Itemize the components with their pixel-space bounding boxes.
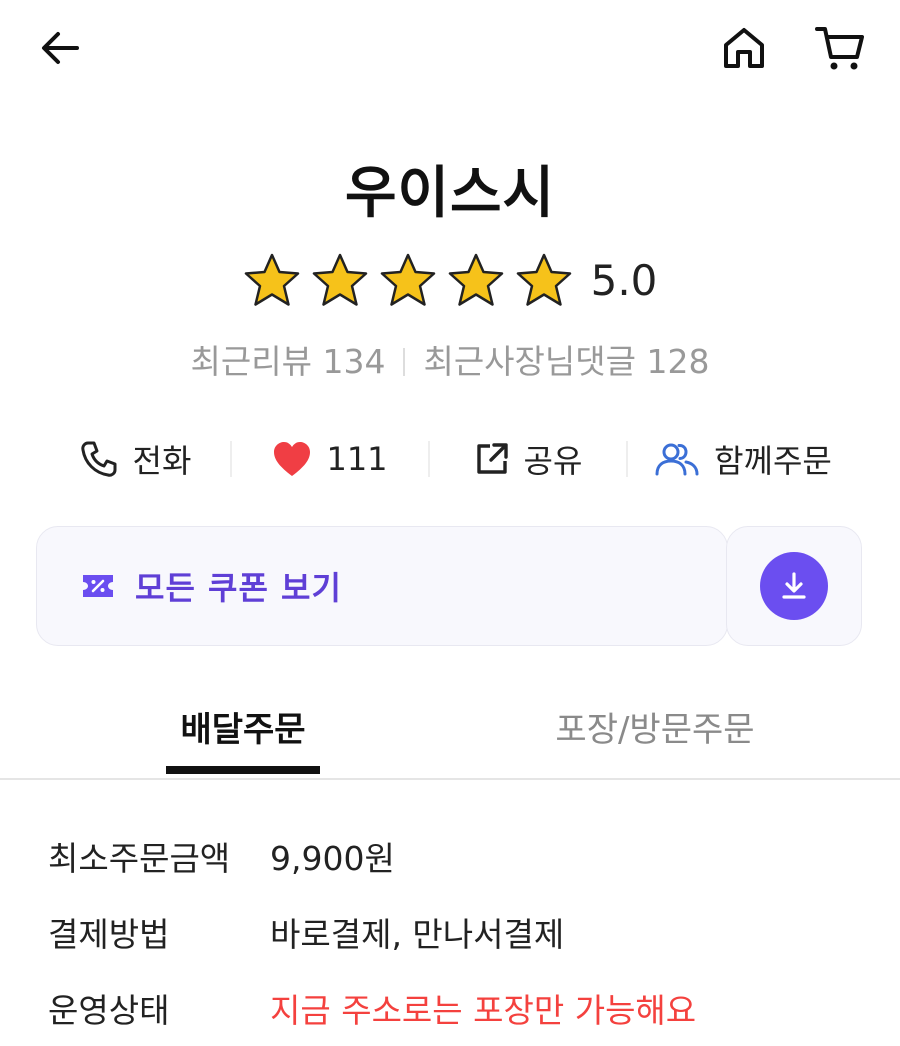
coupon-download-button[interactable] (760, 552, 828, 620)
call-button[interactable]: 전화 (40, 436, 230, 482)
star-icon (516, 253, 571, 306)
top-bar (0, 0, 900, 100)
group-order-button[interactable]: 함께주문 (628, 436, 858, 482)
status-value: 지금 주소로는 포장만 가능해요 (270, 991, 697, 1030)
recent-reviews-link[interactable]: 최근리뷰 134 (191, 336, 386, 388)
home-button[interactable] (716, 20, 772, 76)
min-order-label: 최소주문금액 (48, 839, 231, 878)
status-row: 운영상태 지금 주소로는 포장만 가능해요 (48, 970, 868, 1046)
phone-icon (80, 441, 117, 477)
action-bar: 전화 111 공유 함께주문 (40, 428, 860, 490)
coupon-label: 모든 쿠폰 보기 (135, 569, 342, 607)
view-all-coupons-button[interactable]: 모든 쿠폰 보기 (36, 526, 728, 646)
group-users-icon (655, 443, 699, 476)
owner-replies-link[interactable]: 최근사장님댓글 128 (423, 336, 709, 388)
group-order-label: 함께주문 (714, 442, 832, 480)
tab-pickup[interactable]: 포장/방문주문 (520, 690, 790, 776)
coupon-icon (83, 575, 113, 597)
call-label: 전화 (132, 442, 192, 480)
active-tab-indicator (166, 766, 320, 774)
share-label: 공유 (523, 442, 583, 480)
coupon-banner: 모든 쿠폰 보기 (36, 526, 862, 646)
rating-score: 5.0 (590, 256, 658, 305)
payment-row: 결제방법 바로결제, 만나서결제 (48, 894, 868, 970)
download-icon (782, 572, 806, 599)
store-rating: 5.0 (0, 252, 900, 310)
store-info: 최소주문금액 9,900원 결제방법 바로결제, 만나서결제 운영상태 지금 주… (48, 818, 868, 1046)
cart-icon (815, 27, 864, 70)
payment-value: 바로결제, 만나서결제 (270, 915, 565, 954)
star-icon (312, 253, 367, 306)
coupon-download-area (726, 526, 862, 646)
store-name: 우이스시 (344, 161, 556, 226)
cart-button[interactable] (810, 20, 870, 76)
back-button[interactable] (34, 22, 86, 74)
order-type-tabs: 배달주문 포장/방문주문 (0, 690, 900, 780)
like-button[interactable]: 111 (232, 440, 428, 478)
share-icon (476, 443, 508, 474)
tab-delivery[interactable]: 배달주문 (166, 690, 320, 776)
share-button[interactable]: 공유 (430, 436, 626, 482)
back-arrow-icon (42, 32, 79, 64)
star-rating (243, 252, 573, 310)
star-icon (244, 253, 299, 306)
status-label: 운영상태 (48, 991, 170, 1030)
review-summary: 최근리뷰 134 최근사장님댓글 128 (0, 336, 900, 388)
star-icon (448, 253, 503, 306)
divider (403, 348, 406, 376)
min-order-row: 최소주문금액 9,900원 (48, 818, 868, 894)
payment-label: 결제방법 (48, 915, 170, 954)
like-count: 111 (326, 440, 388, 478)
star-icon (380, 253, 435, 306)
heart-icon (274, 442, 311, 476)
home-icon (724, 28, 764, 68)
min-order-value: 9,900원 (270, 839, 395, 878)
